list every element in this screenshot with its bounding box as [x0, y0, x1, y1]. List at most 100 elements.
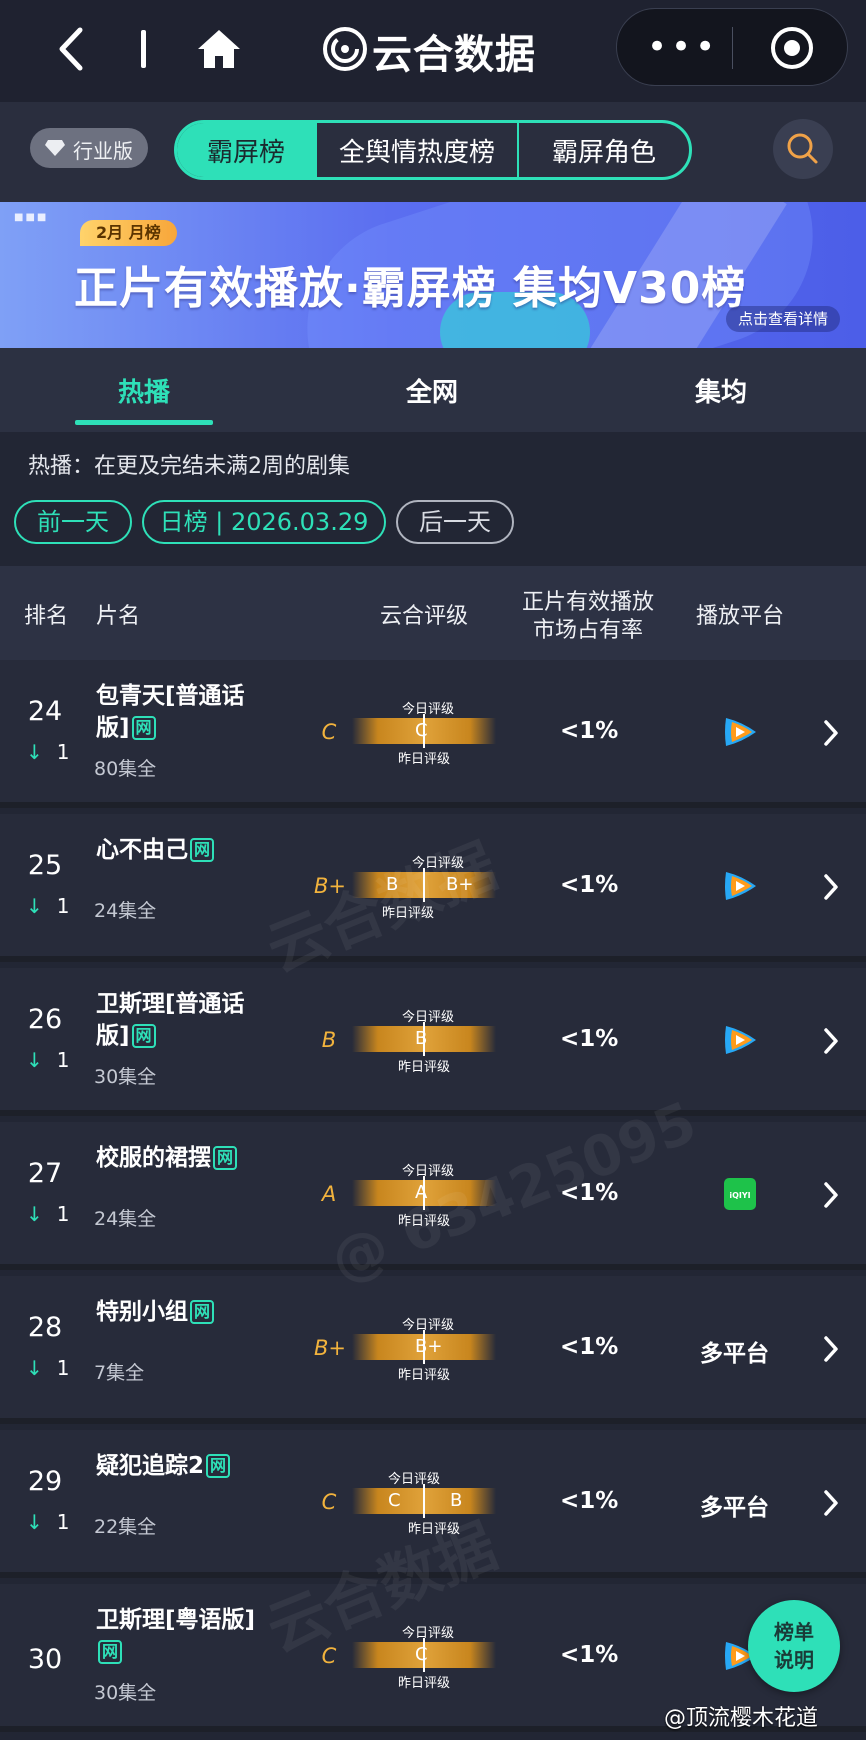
banner-title: 正片有效播放·霸屏榜 集均V30榜 [74, 263, 747, 314]
date-picker-pill[interactable]: 日榜 | 2026.03.29 [142, 500, 386, 544]
down-arrow-icon: ↓ [26, 740, 43, 764]
tencent-video-icon [725, 1026, 756, 1054]
chevron-right-icon[interactable] [820, 718, 842, 748]
promo-banner[interactable]: ■■■ 2月 月榜 正片有效播放·霸屏榜 集均V30榜 点击查看详情 [0, 202, 866, 348]
chevron-right-icon[interactable] [820, 1334, 842, 1364]
tencent-video-icon [725, 718, 756, 746]
rating-grade: B+ [314, 1336, 347, 1360]
down-arrow-icon: ↓ [26, 894, 43, 918]
show-title[interactable]: 特别小组网 [96, 1296, 276, 1328]
banner-detail-button[interactable]: 点击查看详情 [726, 306, 841, 332]
rank-change-value: 1 [56, 1510, 70, 1534]
show-title[interactable]: 校服的裙摆网 [96, 1142, 276, 1174]
show-title[interactable]: 心不由己网 [96, 834, 276, 866]
back-arrow-icon[interactable] [52, 24, 92, 74]
show-title[interactable]: 卫斯理[粤语版] 网 [96, 1604, 276, 1668]
rank-change-value: 1 [56, 1048, 70, 1072]
scope-tabs: 热播 全网 集均 [0, 348, 866, 432]
diamond-icon [45, 140, 65, 156]
rank-change: ↓ 1 [26, 1356, 70, 1380]
today-grade: C [388, 1490, 401, 1511]
tab-hot[interactable]: 热播 [118, 372, 170, 409]
yesterday-rating-label: 昨日评级 [398, 1368, 451, 1383]
show-title-text: 校服的裙摆 [96, 1145, 211, 1171]
chevron-right-icon[interactable] [820, 1488, 842, 1518]
top-nav-bar: 云合数据 ••• [0, 0, 866, 102]
show-title-text: 疑犯追踪2 [96, 1453, 205, 1479]
chevron-right-icon[interactable] [820, 1180, 842, 1210]
header-share-line2: 市场占有率 [533, 618, 644, 643]
float-button-line1: 榜单 [774, 1620, 814, 1644]
rating-grade: B [321, 1028, 337, 1052]
table-row[interactable]: 26 ↓ 1 卫斯理[普通话版] 网 30集全 B 今日评级 B 昨日评级 <1% [0, 968, 866, 1116]
today-rating-label: 今日评级 [402, 1010, 455, 1025]
market-share: <1% [560, 872, 619, 898]
list-explanation-button[interactable]: 榜单 说明 [748, 1600, 840, 1692]
web-series-badge: 网 [131, 1024, 156, 1048]
market-share: <1% [560, 718, 619, 744]
segment-ba-ping-bang[interactable]: 霸屏榜 [177, 123, 317, 177]
down-arrow-icon: ↓ [26, 1510, 43, 1534]
home-icon[interactable] [194, 24, 244, 74]
float-button-line2: 说明 [774, 1648, 814, 1672]
rating-grade: A [321, 1182, 337, 1206]
today-grade: C [415, 1644, 428, 1665]
platform-label: 多平台 [700, 1495, 769, 1521]
tencent-video-icon [725, 872, 756, 900]
today-rating-label: 今日评级 [402, 702, 455, 717]
app-title: 云合数据 [372, 32, 536, 78]
nav-separator [141, 30, 146, 68]
rating-bar: 今日评级 C 昨日评级 [352, 702, 496, 767]
active-tab-indicator [75, 420, 213, 425]
show-title-text: 包青天[普通话版] [96, 683, 245, 741]
episode-count: 7集全 [94, 1362, 145, 1384]
next-day-button[interactable]: 后一天 [396, 500, 514, 544]
table-row[interactable]: 24 ↓ 1 包青天[普通话版] 网 80集全 C 今日评级 C 昨日评级 <1% [0, 660, 866, 808]
rating-bar: 今日评级 B+ 昨日评级 [352, 1318, 496, 1383]
market-share: <1% [560, 1488, 619, 1514]
industry-edition-badge[interactable]: 行业版 [30, 128, 148, 168]
down-arrow-icon: ↓ [26, 1048, 43, 1072]
segment-public-opinion[interactable]: 全舆情热度榜 [317, 123, 519, 177]
prev-day-button[interactable]: 前一天 [14, 500, 132, 544]
close-target-icon[interactable] [769, 25, 815, 71]
today-grade: B+ [415, 1336, 443, 1357]
tab-per-episode[interactable]: 集均 [695, 372, 747, 409]
search-button[interactable] [773, 119, 833, 179]
episode-count: 22集全 [94, 1516, 157, 1538]
rank-number: 28 [27, 1312, 63, 1343]
table-header: 排名 片名 云合评级 正片有效播放 市场占有率 播放平台 [0, 566, 866, 660]
rank-number: 25 [27, 850, 63, 881]
show-title-text: 卫斯理[普通话版] [96, 991, 245, 1049]
rank-change-value: 1 [56, 1202, 70, 1226]
down-arrow-icon: ↓ [26, 1356, 43, 1380]
rank-number: 29 [27, 1466, 63, 1497]
industry-badge-label: 行业版 [73, 139, 133, 163]
show-title[interactable]: 疑犯追踪2 网 [96, 1450, 276, 1482]
table-row[interactable]: 28 ↓ 1 特别小组网 7集全 B+ 今日评级 B+ 昨日评级 <1% 多平台 [0, 1276, 866, 1424]
header-name: 片名 [96, 604, 141, 629]
market-share: <1% [560, 1026, 619, 1052]
yesterday-rating-label: 昨日评级 [398, 752, 451, 767]
web-series-badge: 网 [190, 838, 214, 862]
more-options-icon[interactable]: ••• [647, 30, 719, 64]
segment-roles[interactable]: 霸屏角色 [519, 123, 689, 177]
chevron-right-icon[interactable] [820, 1026, 842, 1056]
weibo-watermark: @顶流樱木花道 [664, 1706, 819, 1731]
filter-row: 行业版 霸屏榜 全舆情热度榜 霸屏角色 [0, 102, 866, 202]
show-title-text: 卫斯理[粤语版] [96, 1607, 256, 1633]
market-share: <1% [560, 1334, 619, 1360]
chevron-right-icon[interactable] [820, 872, 842, 902]
show-title[interactable]: 卫斯理[普通话版] 网 [96, 988, 276, 1052]
list-description: 热播：在更及完结未满2周的剧集 [28, 454, 350, 479]
rank-change-value: 1 [56, 1356, 70, 1380]
tab-all-network[interactable]: 全网 [406, 372, 458, 409]
show-title-text: 特别小组 [96, 1299, 188, 1325]
show-title[interactable]: 包青天[普通话版] 网 [96, 680, 276, 744]
web-series-badge: 网 [190, 1300, 214, 1324]
rating-bar: 今日评级 B 昨日评级 [352, 1010, 496, 1075]
episode-count: 24集全 [94, 900, 157, 922]
yunhe-logo-icon [323, 27, 367, 71]
banner-dots: ■■■ [14, 212, 49, 223]
episode-count: 80集全 [94, 758, 157, 780]
